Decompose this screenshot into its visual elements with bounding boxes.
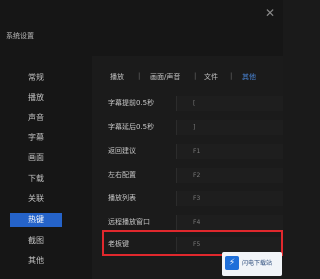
hotkey-row: 字幕延后0.5秒 ] — [108, 120, 283, 135]
hotkey-label: 字幕提前0.5秒 — [108, 99, 155, 107]
hotkey-label: 远程播放窗口 — [108, 218, 150, 226]
window-title: 系统设置 — [6, 32, 34, 40]
tab-file[interactable]: 文件 — [204, 72, 218, 82]
sidebar-item-general[interactable]: 常规 — [10, 71, 62, 85]
hotkey-row: 字幕提前0.5秒 [ — [108, 96, 283, 111]
tab-picture-sound[interactable]: 画面/声音 — [150, 72, 180, 82]
sidebar-item-other[interactable]: 其他 — [10, 254, 62, 268]
hotkey-input[interactable]: F2 — [176, 168, 283, 183]
sidebar-item-picture[interactable]: 画面 — [10, 151, 62, 165]
settings-sidebar: 常规 播放 声音 字幕 画面 下载 关联 热键 截图 其他 — [0, 56, 92, 279]
watermark-text: 闪电下载站 — [242, 260, 273, 267]
sidebar-item-subtitles[interactable]: 字幕 — [10, 131, 62, 145]
sidebar-item-association[interactable]: 关联 — [10, 192, 62, 206]
hotkey-input[interactable]: F4 — [176, 215, 283, 230]
sidebar-item-sound[interactable]: 声音 — [10, 111, 62, 125]
tab-playback[interactable]: 播放 — [110, 72, 124, 82]
sidebar-item-playback[interactable]: 播放 — [10, 91, 62, 105]
tab-separator: | — [194, 72, 197, 80]
hotkey-row: 播放列表 F3 — [108, 191, 283, 206]
title-bar: 系统设置 ✕ — [0, 0, 283, 56]
sidebar-item-download[interactable]: 下载 — [10, 172, 62, 186]
hotkey-row: 左右配置 F2 — [108, 168, 283, 183]
sidebar-item-screenshot[interactable]: 截图 — [10, 234, 62, 248]
hotkey-input[interactable]: F3 — [176, 191, 283, 206]
hotkey-row: 返回建议 F1 — [108, 144, 283, 159]
tab-separator: | — [138, 72, 141, 80]
close-icon[interactable]: ✕ — [262, 5, 278, 21]
hotkey-label: 左右配置 — [108, 171, 136, 179]
tab-other[interactable]: 其他 — [242, 72, 256, 82]
hotkey-input[interactable]: ] — [176, 120, 283, 135]
tab-separator: | — [230, 72, 233, 80]
hotkey-label: 播放列表 — [108, 194, 136, 202]
hotkey-row: 远程播放窗口 F4 — [108, 215, 283, 230]
watermark-logo: ⚡ 闪电下载站 — [222, 252, 282, 276]
hotkey-label: 返回建议 — [108, 147, 136, 155]
sidebar-item-hotkeys[interactable]: 热键 — [10, 213, 62, 227]
hotkey-label: 字幕延后0.5秒 — [108, 123, 155, 131]
hotkey-input[interactable]: F1 — [176, 144, 283, 159]
hotkey-input[interactable]: [ — [176, 96, 283, 111]
lightning-icon: ⚡ — [225, 256, 239, 270]
